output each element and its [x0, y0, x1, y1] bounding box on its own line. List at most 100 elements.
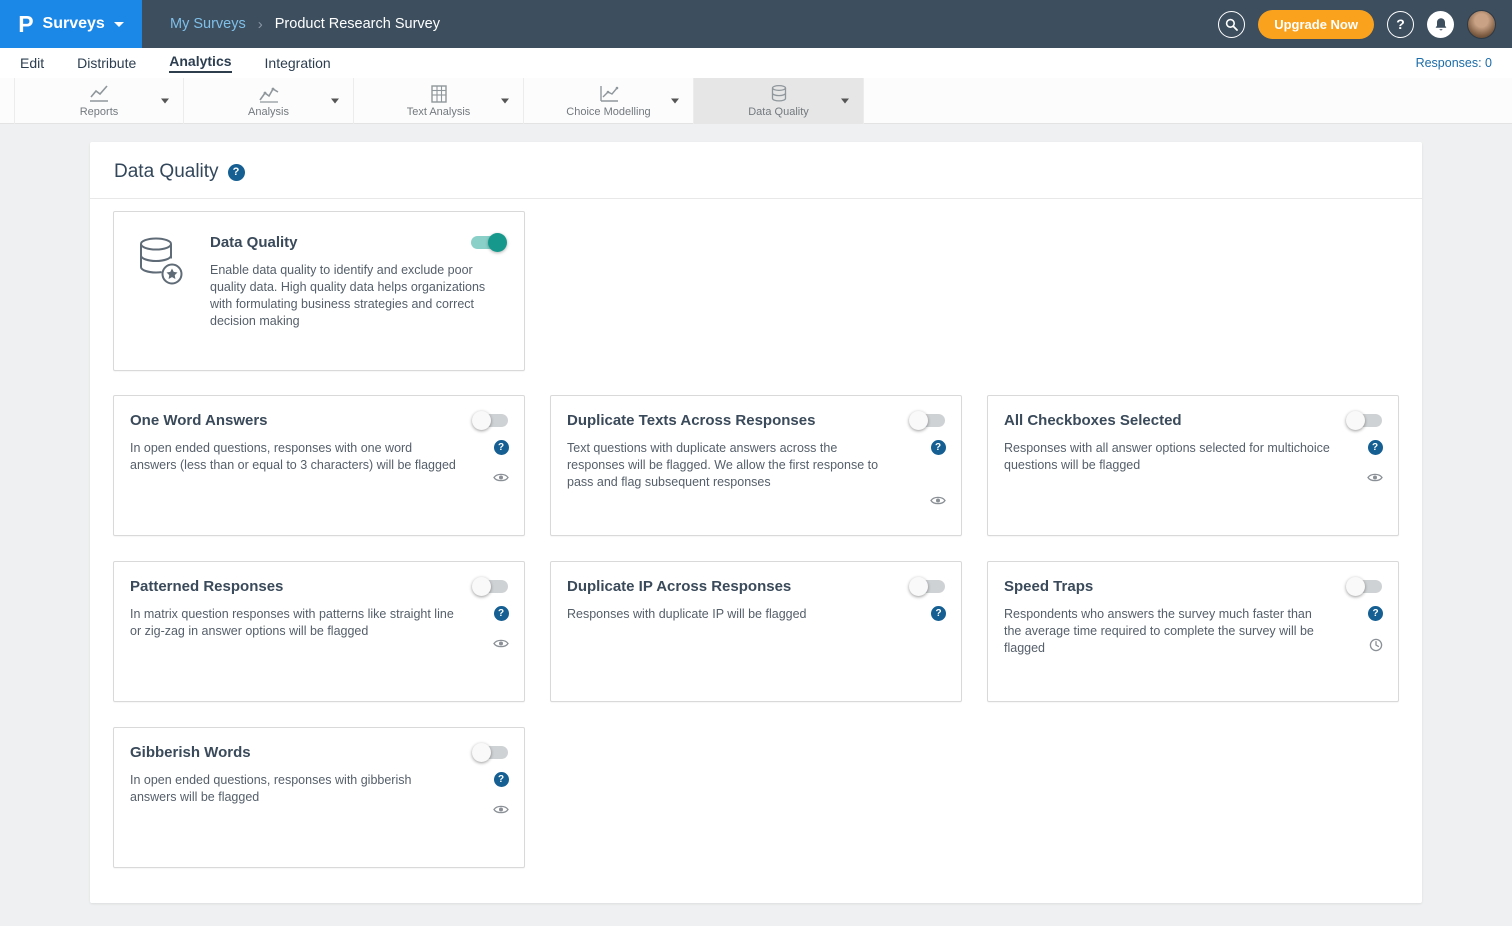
card-description: Text questions with duplicate answers ac… — [567, 440, 945, 491]
eye-icon[interactable] — [1367, 472, 1383, 483]
one-word-answers-toggle[interactable] — [475, 414, 508, 427]
patterned-responses-toggle[interactable] — [475, 580, 508, 593]
nav-item-edit-label: Edit — [20, 55, 44, 71]
text-analysis-grid-icon — [429, 84, 449, 104]
rule-cards-grid: One Word Answers In open ended questions… — [113, 395, 1399, 868]
clock-icon[interactable] — [1369, 638, 1383, 652]
card-description: Responses with all answer options select… — [1004, 440, 1382, 474]
duplicate-texts-toggle[interactable] — [912, 414, 945, 427]
card-title: Duplicate IP Across Responses — [567, 578, 945, 595]
speed-traps-toggle[interactable] — [1349, 580, 1382, 593]
tab-text-analysis-label: Text Analysis — [407, 106, 471, 118]
nav-items: Edit Distribute Analytics Integration — [20, 48, 331, 78]
reports-chart-icon — [88, 84, 110, 104]
nav-item-integration[interactable]: Integration — [265, 48, 331, 78]
all-checkboxes-toggle[interactable] — [1349, 414, 1382, 427]
breadcrumb-current-survey: Product Research Survey — [275, 16, 440, 32]
help-icon[interactable]: ? — [931, 440, 946, 455]
card-one-word-answers: One Word Answers In open ended questions… — [113, 395, 525, 536]
search-icon[interactable] — [1218, 11, 1245, 38]
toggle-knob — [909, 577, 928, 596]
topbar-actions: Upgrade Now ? — [1218, 10, 1512, 39]
questionpro-logo: P — [18, 13, 33, 36]
eye-icon[interactable] — [493, 804, 509, 815]
card-title: Data Quality — [210, 234, 508, 251]
tab-text-analysis[interactable]: Text Analysis — [354, 78, 524, 124]
eye-icon[interactable] — [493, 638, 509, 649]
cards-area: Data Quality Enable data quality to iden… — [90, 199, 1422, 903]
help-icon[interactable]: ? — [931, 606, 946, 621]
eye-icon[interactable] — [493, 472, 509, 483]
tab-analysis[interactable]: Analysis — [184, 78, 354, 124]
help-icon[interactable]: ? — [494, 440, 509, 455]
card-description: Responses with duplicate IP will be flag… — [567, 606, 945, 623]
tab-reports-label: Reports — [80, 106, 119, 118]
card-description: Respondents who answers the survey much … — [1004, 606, 1382, 657]
database-quality-badge-icon — [132, 234, 186, 354]
breadcrumb: My Surveys › Product Research Survey — [170, 16, 440, 33]
notifications-bell-icon[interactable] — [1427, 11, 1454, 38]
analysis-chart-icon — [258, 84, 280, 104]
chevron-down-icon[interactable] — [161, 99, 169, 104]
choice-modelling-chart-icon — [598, 84, 620, 104]
surveys-product-menu[interactable]: P Surveys — [0, 0, 142, 48]
toggle-knob — [472, 577, 491, 596]
product-menu-label: Surveys — [43, 15, 105, 33]
card-icons: ? — [493, 606, 509, 649]
nav-item-analytics-label: Analytics — [169, 53, 231, 73]
card-speed-traps: Speed Traps Respondents who answers the … — [987, 561, 1399, 702]
topbar: P Surveys My Surveys › Product Research … — [0, 0, 1512, 48]
toggle-knob — [909, 411, 928, 430]
gibberish-words-toggle[interactable] — [475, 746, 508, 759]
card-title: All Checkboxes Selected — [1004, 412, 1382, 429]
card-gibberish-words: Gibberish Words In open ended questions,… — [113, 727, 525, 868]
card-icons: ? — [931, 606, 946, 621]
card-icons: ? — [930, 440, 946, 506]
responses-count[interactable]: Responses: 0 — [1416, 56, 1492, 70]
tab-choice-modelling-label: Choice Modelling — [566, 106, 650, 118]
nav-item-distribute-label: Distribute — [77, 55, 136, 71]
chevron-down-icon[interactable] — [331, 99, 339, 104]
master-card-body: Data Quality Enable data quality to iden… — [210, 234, 508, 354]
card-patterned-responses: Patterned Responses In matrix question r… — [113, 561, 525, 702]
help-icon[interactable]: ? — [228, 164, 245, 181]
tab-data-quality[interactable]: Data Quality — [694, 78, 864, 124]
data-quality-database-icon — [769, 84, 789, 104]
toggle-knob — [472, 743, 491, 762]
card-description: Enable data quality to identify and excl… — [210, 262, 508, 330]
nav-item-analytics[interactable]: Analytics — [169, 48, 231, 78]
page-content: Data Quality ? Data Quality Enable data … — [0, 124, 1512, 903]
card-icons: ? — [493, 440, 509, 483]
chevron-down-icon[interactable] — [501, 99, 509, 104]
toggle-knob — [472, 411, 491, 430]
nav-item-integration-label: Integration — [265, 55, 331, 71]
help-icon[interactable]: ? — [1387, 11, 1414, 38]
nav-item-edit[interactable]: Edit — [20, 48, 44, 78]
help-icon[interactable]: ? — [1368, 440, 1383, 455]
card-title: One Word Answers — [130, 412, 508, 429]
duplicate-ip-toggle[interactable] — [912, 580, 945, 593]
chevron-down-icon[interactable] — [841, 99, 849, 104]
card-description: In open ended questions, responses with … — [130, 440, 508, 474]
eye-icon[interactable] — [930, 495, 946, 506]
toggle-knob — [1346, 577, 1365, 596]
card-title: Gibberish Words — [130, 744, 508, 761]
card-icons: ? — [1368, 606, 1383, 652]
help-icon[interactable]: ? — [494, 606, 509, 621]
upgrade-now-button[interactable]: Upgrade Now — [1258, 10, 1374, 39]
nav-item-distribute[interactable]: Distribute — [77, 48, 136, 78]
page-title: Data Quality — [114, 161, 219, 183]
chevron-down-icon[interactable] — [671, 99, 679, 104]
card-all-checkboxes: All Checkboxes Selected Responses with a… — [987, 395, 1399, 536]
help-icon[interactable]: ? — [1368, 606, 1383, 621]
help-icon[interactable]: ? — [494, 772, 509, 787]
user-avatar[interactable] — [1467, 10, 1496, 39]
card-duplicate-ip: Duplicate IP Across Responses Responses … — [550, 561, 962, 702]
data-quality-toggle[interactable] — [471, 236, 504, 249]
tab-choice-modelling[interactable]: Choice Modelling — [524, 78, 694, 124]
card-description: In open ended questions, responses with … — [130, 772, 508, 806]
tab-reports[interactable]: Reports — [14, 78, 184, 124]
breadcrumb-my-surveys[interactable]: My Surveys — [170, 16, 246, 32]
chevron-down-icon — [114, 22, 124, 27]
tab-analysis-label: Analysis — [248, 106, 289, 118]
